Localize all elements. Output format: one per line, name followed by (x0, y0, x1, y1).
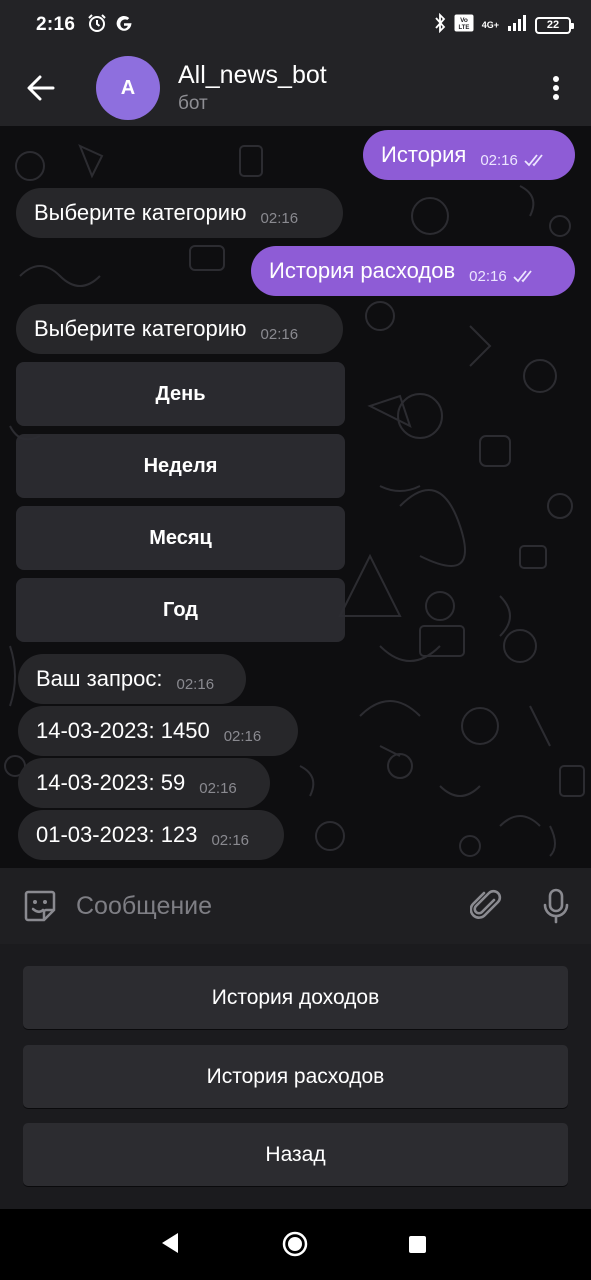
alarm-icon (87, 13, 107, 38)
chat-info[interactable]: All_news_bot бот (178, 61, 327, 115)
message-incoming[interactable]: 01-03-2023: 123 02:16 (18, 810, 284, 860)
reply-button-expense-history[interactable]: История расходов (23, 1045, 568, 1108)
microphone-icon (543, 888, 569, 924)
more-menu-button[interactable] (521, 50, 591, 126)
bluetooth-icon (434, 12, 446, 38)
message-incoming[interactable]: Выберите категорию 02:16 (16, 188, 343, 238)
chat-area[interactable]: История 02:16 Выберите категорию 02:16 И… (0, 126, 591, 868)
sticker-button[interactable] (0, 868, 80, 944)
reply-button-back[interactable]: Назад (23, 1123, 568, 1186)
message-composer (0, 868, 591, 944)
nav-back-icon[interactable] (160, 1231, 180, 1255)
chat-header: A All_news_bot бот (0, 50, 591, 126)
arrow-left-icon (27, 75, 55, 101)
sticker-icon (24, 890, 56, 922)
svg-text:LTE: LTE (458, 25, 469, 31)
svg-text:Vo: Vo (460, 17, 468, 24)
message-incoming[interactable]: 14-03-2023: 59 02:16 (18, 758, 270, 808)
inline-button-day[interactable]: День (16, 362, 345, 426)
nav-home-icon[interactable] (282, 1231, 308, 1257)
paperclip-icon (470, 889, 502, 919)
inline-button-week[interactable]: Неделя (16, 434, 345, 498)
more-vertical-icon (553, 76, 559, 100)
avatar[interactable]: A (96, 56, 160, 120)
inline-button-month[interactable]: Месяц (16, 506, 345, 570)
google-icon (115, 14, 133, 37)
nav-recents-icon[interactable] (409, 1236, 426, 1253)
message-incoming[interactable]: 14-03-2023: 1450 02:16 (18, 706, 298, 756)
voice-button[interactable] (521, 868, 591, 944)
message-outgoing[interactable]: История 02:16 (363, 130, 575, 180)
reply-button-income-history[interactable]: История доходов (23, 966, 568, 1029)
double-check-icon (513, 270, 532, 283)
battery-icon: 22 (535, 16, 574, 34)
back-button[interactable] (0, 50, 82, 126)
status-bar: 2:16 Vo LTE 4G+ 22 (0, 0, 591, 50)
inline-button-year[interactable]: Год (16, 578, 345, 642)
reply-keyboard: История доходов История расходов Назад (0, 944, 591, 1209)
volte-icon: Vo LTE (454, 14, 474, 37)
double-check-icon (524, 154, 543, 167)
message-incoming[interactable]: Выберите категорию 02:16 (16, 304, 343, 354)
system-nav-bar (0, 1209, 591, 1280)
message-outgoing[interactable]: История расходов 02:16 (251, 246, 575, 296)
signal-icon (507, 14, 527, 37)
message-input[interactable] (76, 891, 451, 921)
message-incoming[interactable]: Ваш запрос: 02:16 (18, 654, 246, 704)
chat-subtitle: бот (178, 93, 208, 114)
attach-button[interactable] (451, 868, 521, 944)
network-type: 4G+ (481, 19, 499, 30)
status-time: 2:16 (36, 14, 76, 35)
chat-title: All_news_bot (178, 61, 327, 89)
